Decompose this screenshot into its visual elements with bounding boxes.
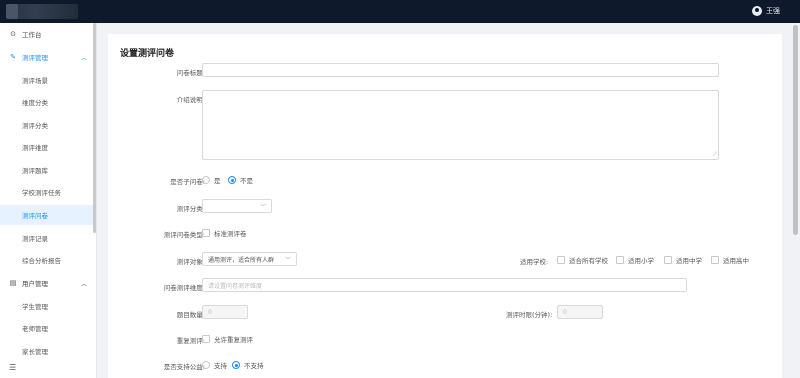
time-limit-input[interactable]: 0 — [557, 305, 603, 319]
category-select[interactable]: ﹀ — [202, 199, 272, 213]
radio-icon — [202, 361, 210, 369]
checkbox-icon — [616, 256, 624, 264]
count-label: 题目数量: — [176, 311, 205, 319]
logo-mark-icon — [6, 4, 18, 19]
user-menu[interactable]: 王强 — [752, 6, 780, 16]
sidebar-item-students[interactable]: 学生管理 — [0, 296, 96, 316]
public-radio-no-support[interactable]: 不支持 — [232, 360, 264, 370]
sidebar-item-school-task[interactable]: 学校测评任务 — [0, 182, 96, 202]
school-middle-checkbox[interactable]: 适用中学 — [664, 255, 702, 265]
dimension-label: 问卷测评维度: — [163, 284, 205, 292]
sidebar-item-workbench[interactable]: ⊙ 工作台 — [0, 24, 96, 44]
school-primary-checkbox[interactable]: 适用小学 — [616, 255, 654, 265]
sub-questionnaire-label: 是否子问卷: — [170, 178, 205, 186]
sub-radio-no[interactable]: 不是 — [228, 175, 253, 185]
sidebar-item-questionnaire[interactable]: 测评问卷 — [0, 205, 96, 225]
dashboard-icon: ⊙ — [10, 30, 16, 38]
sidebar-item-parents[interactable]: 家长管理 — [0, 341, 96, 361]
title-input[interactable] — [202, 63, 719, 77]
school-high-checkbox[interactable]: 适用高中 — [711, 255, 749, 265]
type-label: 测评问卷类型: — [163, 231, 205, 239]
avatar — [752, 6, 762, 16]
form-card: 设置测评问卷 问卷标题: 介绍说明: ⟋ 是否子问卷: 是 不是 测评分类: ﹀… — [108, 34, 782, 378]
sidebar-group-users[interactable]: ▤ 用户管理 ︿ — [0, 273, 96, 293]
checkbox-icon — [557, 256, 565, 264]
title-label: 问卷标题: — [176, 69, 205, 77]
edit-icon: ✎ — [10, 53, 16, 61]
category-label: 测评分类: — [176, 205, 205, 213]
chevron-down-icon: ﹀ — [284, 256, 291, 264]
chevron-up-icon: ︿ — [80, 280, 87, 288]
sidebar-item-dim-category[interactable]: 维度分类 — [0, 92, 96, 112]
sidebar-item-report[interactable]: 综合分析报告 — [0, 250, 96, 270]
type-standard-checkbox[interactable]: 标准测评卷 — [202, 228, 247, 238]
checkbox-icon — [711, 256, 719, 264]
dimension-input[interactable]: 请设置问卷测评维度 — [202, 278, 687, 292]
sidebar-item-eval-category[interactable]: 测评分类 — [0, 115, 96, 135]
time-limit-label: 测评时限(分钟): — [506, 311, 553, 319]
target-select[interactable]: 通用测评，适合所有人群 ﹀ — [202, 252, 297, 266]
sub-radio-yes[interactable]: 是 — [202, 175, 221, 185]
sidebar-scrollbar[interactable] — [93, 23, 96, 233]
chevron-down-icon: ﹀ — [259, 203, 266, 211]
sidebar-group-eval[interactable]: ✎ 测评管理 ︿ — [0, 47, 96, 67]
resize-handle-icon[interactable]: ⟋ — [713, 152, 717, 158]
repeat-label: 重复测评: — [176, 337, 205, 345]
sidebar-item-teachers[interactable]: 老师管理 — [0, 318, 96, 338]
sidebar-item-scene[interactable]: 测评场景 — [0, 70, 96, 90]
intro-label: 介绍说明: — [176, 96, 205, 104]
public-label: 是否支持公益: — [163, 363, 205, 371]
checkbox-icon — [202, 335, 210, 343]
users-icon: ▤ — [9, 279, 17, 287]
repeat-checkbox[interactable]: 允许重复测评 — [202, 334, 253, 344]
intro-textarea[interactable]: ⟋ — [202, 90, 719, 160]
collapse-menu-icon[interactable]: ☰ — [9, 363, 16, 372]
sidebar: ⊙ 工作台 ✎ 测评管理 ︿ 测评场景 维度分类 测评分类 测评维度 测评题库 … — [0, 23, 97, 378]
count-input[interactable]: 0 — [202, 305, 248, 319]
page-title: 设置测评问卷 — [120, 49, 175, 59]
sidebar-item-dimension[interactable]: 测评维度 — [0, 137, 96, 157]
chevron-up-icon: ︿ — [80, 54, 87, 62]
radio-checked-icon — [228, 176, 236, 184]
page-scrollbar[interactable] — [791, 23, 800, 378]
target-label: 测评对象: — [176, 258, 205, 266]
user-name: 王强 — [766, 7, 780, 15]
page-scrollbar-thumb[interactable] — [793, 25, 798, 235]
radio-icon — [202, 176, 210, 184]
school-label: 适用学校: — [520, 258, 549, 266]
top-bar: 王强 — [0, 0, 800, 23]
sidebar-item-records[interactable]: 测评记录 — [0, 228, 96, 248]
radio-checked-icon — [232, 361, 240, 369]
school-all-checkbox[interactable]: 适合所有学校 — [557, 255, 608, 265]
sidebar-item-question-bank[interactable]: 测评题库 — [0, 160, 96, 180]
public-radio-support[interactable]: 支持 — [202, 360, 227, 370]
checkbox-icon — [664, 256, 672, 264]
checkbox-icon — [202, 229, 210, 237]
